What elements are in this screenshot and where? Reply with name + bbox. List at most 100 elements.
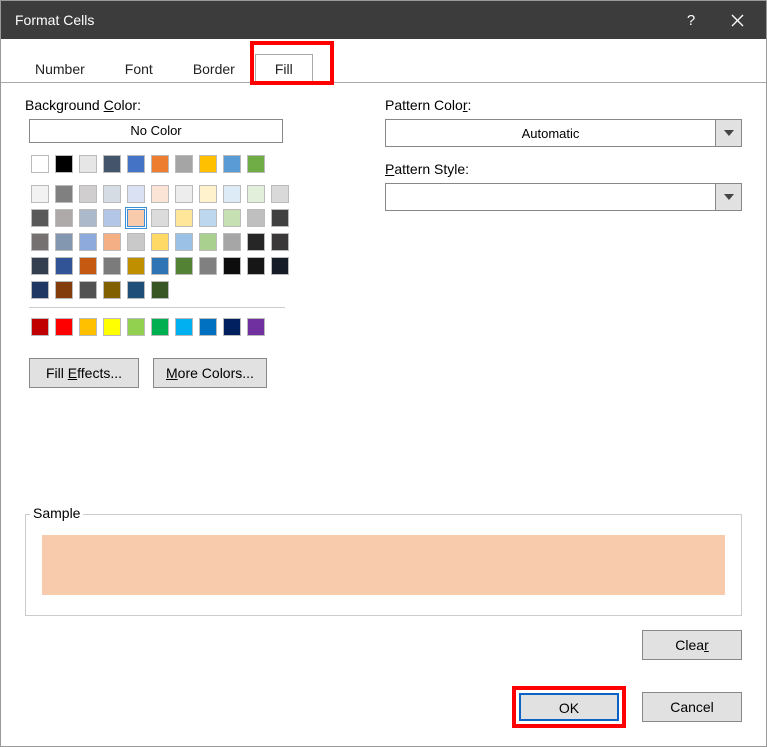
color-swatch[interactable] — [31, 185, 49, 203]
color-swatch[interactable] — [247, 233, 265, 251]
color-swatch[interactable] — [151, 185, 169, 203]
color-swatch[interactable] — [271, 185, 289, 203]
color-swatch[interactable] — [103, 155, 121, 173]
more-colors-button[interactable]: More Colors... — [153, 358, 267, 388]
color-swatch[interactable] — [127, 209, 145, 227]
color-swatch[interactable] — [127, 155, 145, 173]
color-swatch[interactable] — [199, 209, 217, 227]
pattern-color-value: Automatic — [386, 126, 715, 141]
color-swatch[interactable] — [79, 318, 97, 336]
clear-button[interactable]: Clear — [642, 630, 742, 660]
dialog-body: Background Color: No Color Fill Effects.… — [1, 83, 766, 670]
color-swatch[interactable] — [175, 155, 193, 173]
color-divider — [29, 307, 285, 308]
color-swatch[interactable] — [55, 233, 73, 251]
color-swatch[interactable] — [199, 257, 217, 275]
color-swatch[interactable] — [175, 318, 193, 336]
color-swatch[interactable] — [79, 185, 97, 203]
color-swatch[interactable] — [31, 257, 49, 275]
color-swatch[interactable] — [199, 155, 217, 173]
color-swatch[interactable] — [103, 185, 121, 203]
color-swatch[interactable] — [175, 185, 193, 203]
color-swatch[interactable] — [151, 233, 169, 251]
color-swatch[interactable] — [55, 155, 73, 173]
color-swatch[interactable] — [127, 318, 145, 336]
color-swatch[interactable] — [55, 257, 73, 275]
color-swatch[interactable] — [199, 185, 217, 203]
color-swatch[interactable] — [55, 185, 73, 203]
color-swatch[interactable] — [223, 209, 241, 227]
color-swatch[interactable] — [103, 318, 121, 336]
format-cells-dialog: Format Cells ? Number Font Border Fill B… — [0, 0, 767, 747]
pattern-color-dropdown-button[interactable] — [715, 120, 741, 146]
color-swatch[interactable] — [31, 233, 49, 251]
tab-number[interactable]: Number — [15, 54, 105, 83]
color-swatch[interactable] — [223, 257, 241, 275]
color-swatch[interactable] — [199, 318, 217, 336]
color-swatch[interactable] — [31, 155, 49, 173]
color-swatch[interactable] — [223, 155, 241, 173]
dialog-title: Format Cells — [15, 12, 668, 28]
close-icon — [731, 14, 744, 27]
color-swatch[interactable] — [199, 233, 217, 251]
color-swatch[interactable] — [223, 185, 241, 203]
tab-border[interactable]: Border — [173, 54, 255, 83]
color-swatch[interactable] — [271, 209, 289, 227]
highlight-ok-button: OK — [512, 686, 626, 728]
pattern-color-select[interactable]: Automatic — [385, 119, 742, 147]
no-color-button[interactable]: No Color — [29, 119, 283, 143]
close-button[interactable] — [714, 1, 760, 39]
color-swatch[interactable] — [79, 233, 97, 251]
theme-colors-row — [29, 153, 299, 177]
color-swatch[interactable] — [247, 155, 265, 173]
color-swatch[interactable] — [127, 281, 145, 299]
color-swatch[interactable] — [31, 318, 49, 336]
color-swatch[interactable] — [151, 209, 169, 227]
pattern-style-label: Pattern Style: — [385, 161, 742, 177]
color-swatch[interactable] — [271, 233, 289, 251]
color-swatch[interactable] — [103, 257, 121, 275]
pattern-style-dropdown-button[interactable] — [715, 184, 741, 210]
fill-effects-button[interactable]: Fill Effects... — [29, 358, 139, 388]
sample-group: Sample — [25, 504, 742, 616]
color-swatch[interactable] — [55, 209, 73, 227]
color-swatch[interactable] — [79, 257, 97, 275]
color-swatch[interactable] — [247, 209, 265, 227]
tab-row: Number Font Border Fill — [1, 47, 766, 83]
color-swatch[interactable] — [127, 185, 145, 203]
color-swatch[interactable] — [79, 155, 97, 173]
color-swatch[interactable] — [151, 155, 169, 173]
color-swatch[interactable] — [223, 318, 241, 336]
color-swatch[interactable] — [55, 281, 73, 299]
tab-fill[interactable]: Fill — [255, 54, 313, 83]
tab-font[interactable]: Font — [105, 54, 173, 83]
color-swatch[interactable] — [271, 257, 289, 275]
color-swatch[interactable] — [151, 318, 169, 336]
color-swatch[interactable] — [127, 233, 145, 251]
theme-colors-grid — [29, 183, 299, 303]
background-color-label: Background Color: — [25, 97, 325, 113]
color-swatch[interactable] — [79, 281, 97, 299]
pattern-style-select[interactable] — [385, 183, 742, 211]
color-swatch[interactable] — [175, 257, 193, 275]
color-swatch[interactable] — [151, 257, 169, 275]
color-swatch[interactable] — [55, 318, 73, 336]
ok-button[interactable]: OK — [519, 693, 619, 721]
color-swatch[interactable] — [247, 185, 265, 203]
color-swatch[interactable] — [223, 233, 241, 251]
color-swatch[interactable] — [103, 209, 121, 227]
help-button[interactable]: ? — [668, 1, 714, 39]
color-swatch[interactable] — [127, 257, 145, 275]
color-swatch[interactable] — [103, 281, 121, 299]
color-swatch[interactable] — [175, 233, 193, 251]
cancel-button[interactable]: Cancel — [642, 692, 742, 722]
color-swatch[interactable] — [103, 233, 121, 251]
color-swatch[interactable] — [247, 257, 265, 275]
color-swatch[interactable] — [247, 318, 265, 336]
pattern-color-label: Pattern Color: — [385, 97, 742, 113]
color-swatch[interactable] — [175, 209, 193, 227]
color-swatch[interactable] — [79, 209, 97, 227]
color-swatch[interactable] — [31, 281, 49, 299]
color-swatch[interactable] — [151, 281, 169, 299]
color-swatch[interactable] — [31, 209, 49, 227]
